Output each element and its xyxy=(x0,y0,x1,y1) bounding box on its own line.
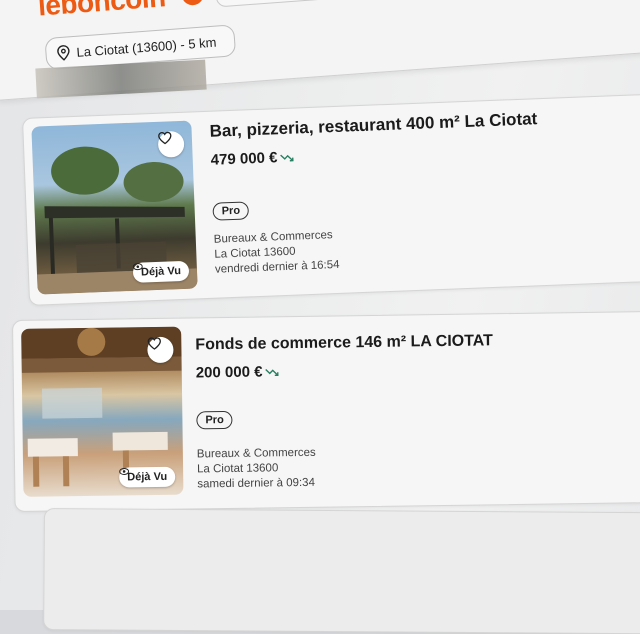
pro-badge: Pro xyxy=(212,201,250,221)
location-label: La Ciotat (13600) - 5 km xyxy=(75,34,217,60)
seen-badge: Déjà Vu xyxy=(132,260,190,283)
site-logo[interactable]: leboncoin xyxy=(37,0,167,23)
pro-badge: Pro xyxy=(196,410,233,430)
heart-icon xyxy=(158,131,172,145)
price-value: 200 000 € xyxy=(195,363,263,382)
price-trend-icon xyxy=(264,368,279,376)
listing-title[interactable]: Fonds de commerce 146 m² LA CIOTAT xyxy=(195,330,640,354)
listing-meta: Bureaux & Commerces La Ciotat 13600 same… xyxy=(197,441,640,492)
seen-label: Déjà Vu xyxy=(127,470,168,484)
seen-badge: Déjà Vu xyxy=(119,466,176,488)
listing-card-placeholder[interactable] xyxy=(43,508,640,634)
listing-title[interactable]: Bar, pizzeria, restaurant 400 m² La Ciot… xyxy=(209,105,640,142)
listing-info: Bar, pizzeria, restaurant 400 m² La Ciot… xyxy=(209,105,640,278)
location-pin-icon xyxy=(57,45,70,61)
listing-card[interactable]: Déjà Vu Bar, pizzeria, restaurant 400 m²… xyxy=(22,93,640,306)
listing-info: Fonds de commerce 146 m² LA CIOTAT 200 0… xyxy=(195,330,640,492)
eye-icon xyxy=(119,467,130,475)
eye-icon xyxy=(132,263,143,271)
price-trend-icon xyxy=(279,154,294,161)
listing-price: 200 000 € xyxy=(196,358,640,381)
category-dropdown[interactable]: ⌄ xyxy=(213,0,359,8)
heart-icon xyxy=(147,337,161,350)
listing-photo[interactable]: Déjà Vu xyxy=(21,326,184,497)
listing-price: 479 000 € xyxy=(210,135,640,169)
logo-mark xyxy=(180,0,205,6)
seen-label: Déjà Vu xyxy=(140,265,182,279)
listing-photo[interactable]: Déjà Vu xyxy=(31,120,198,295)
price-value: 479 000 € xyxy=(210,149,278,169)
listing-meta: Bureaux & Commerces La Ciotat 13600 vend… xyxy=(214,216,640,278)
listing-card[interactable]: Déjà Vu Fonds de commerce 146 m² LA CIOT… xyxy=(12,310,640,512)
screen: leboncoin ⌄ La Ciotat (13600) - 5 km xyxy=(0,0,640,634)
